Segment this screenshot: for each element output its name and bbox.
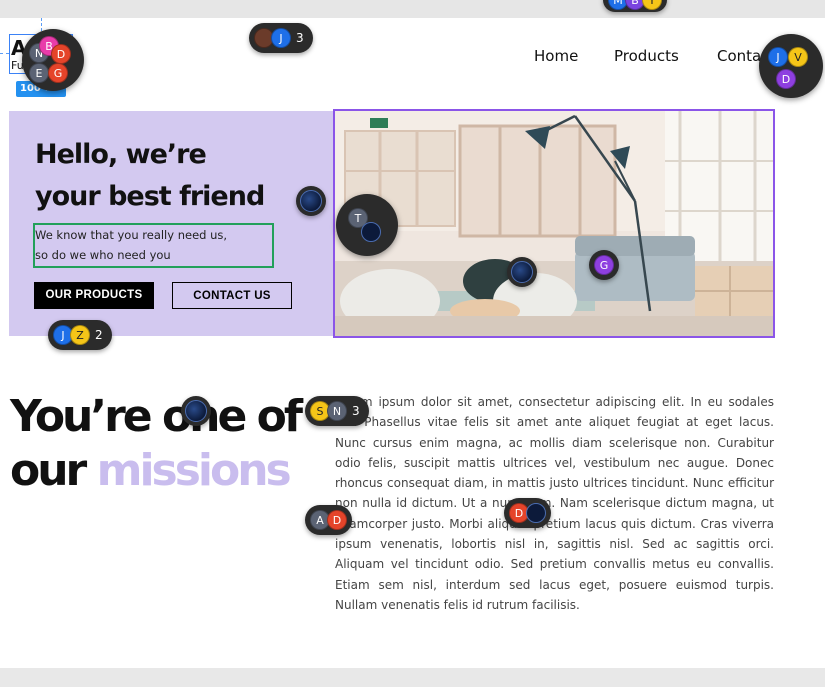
avatar: G — [48, 63, 68, 83]
office-lounge-photo — [335, 111, 773, 336]
hero-description: We know that you really need us, so do w… — [35, 225, 272, 265]
collaborator-count: 3 — [352, 404, 360, 418]
hero-image[interactable] — [333, 109, 775, 338]
avatar: D — [776, 69, 796, 89]
our-products-button[interactable]: OUR PRODUCTS — [34, 282, 154, 309]
avatar: G — [594, 255, 614, 275]
mission-body-text: Lorem ipsum dolor sit amet, consectetur … — [335, 395, 774, 612]
contact-us-button[interactable]: CONTACT US — [172, 282, 292, 309]
collaborator-cursor[interactable] — [181, 396, 211, 426]
avatar: E — [29, 63, 49, 83]
collaborator-cursor[interactable] — [507, 257, 537, 287]
mission-heading: You’re one of our missions — [10, 390, 310, 498]
mission-heading-line-1: You’re one of — [10, 391, 303, 442]
mission-heading-plain: our — [10, 445, 87, 496]
hero-description-line-1: We know that you really need us, — [35, 228, 228, 242]
hero-title-line-2: your best friend — [35, 181, 265, 212]
nav-link-products[interactable]: Products — [614, 47, 679, 65]
avatar: N — [327, 401, 347, 421]
avatar: Y — [642, 0, 662, 10]
avatar: V — [788, 47, 808, 67]
avatar: J — [271, 28, 291, 48]
hero-title-line-1: Hello, we’re — [35, 139, 207, 170]
collaborator-count: 2 — [95, 328, 103, 342]
collaborator-pill-header[interactable]: J 3 — [249, 23, 313, 53]
nav-link-home[interactable]: Home — [534, 47, 578, 65]
avatar-photo — [511, 261, 533, 283]
collaborator-count: 3 — [296, 31, 304, 45]
nav-link-contact[interactable]: Conta — [717, 47, 761, 65]
avatar-photo — [300, 190, 322, 212]
avatar-photo — [185, 400, 207, 422]
collaborator-pill-mission[interactable]: S N 3 — [305, 396, 369, 426]
avatar-photo — [361, 222, 381, 242]
collaborator-marker-image[interactable]: G — [589, 250, 619, 280]
hero-title: Hello, we’re your best friend — [35, 134, 315, 218]
canvas-bottom-band — [0, 668, 825, 687]
collaborator-pill-mission-2[interactable]: A D — [305, 505, 352, 535]
avatar: D — [327, 510, 347, 530]
collaborator-pill-hero[interactable]: J Z 2 — [48, 320, 112, 350]
mission-heading-line-2: our missions — [10, 444, 310, 498]
collaborator-cursor[interactable] — [296, 186, 326, 216]
avatar: J — [768, 47, 788, 67]
collaborator-pill-body[interactable]: D — [504, 498, 551, 528]
alignment-guide-horizontal — [0, 53, 9, 54]
hero-description-line-2: so do we who need you — [35, 248, 171, 262]
avatar: D — [51, 44, 71, 64]
mission-heading-accent: missions — [96, 445, 292, 496]
avatar-photo — [526, 503, 546, 523]
collaborator-bubble-nav[interactable]: J V D — [759, 34, 823, 98]
avatar: Z — [70, 325, 90, 345]
collaborator-bubble-logo[interactable]: N B D E G — [22, 29, 84, 91]
collaborator-bubble-hero[interactable]: T — [336, 194, 398, 256]
collaborator-pill-top[interactable]: M B Y — [603, 0, 667, 12]
